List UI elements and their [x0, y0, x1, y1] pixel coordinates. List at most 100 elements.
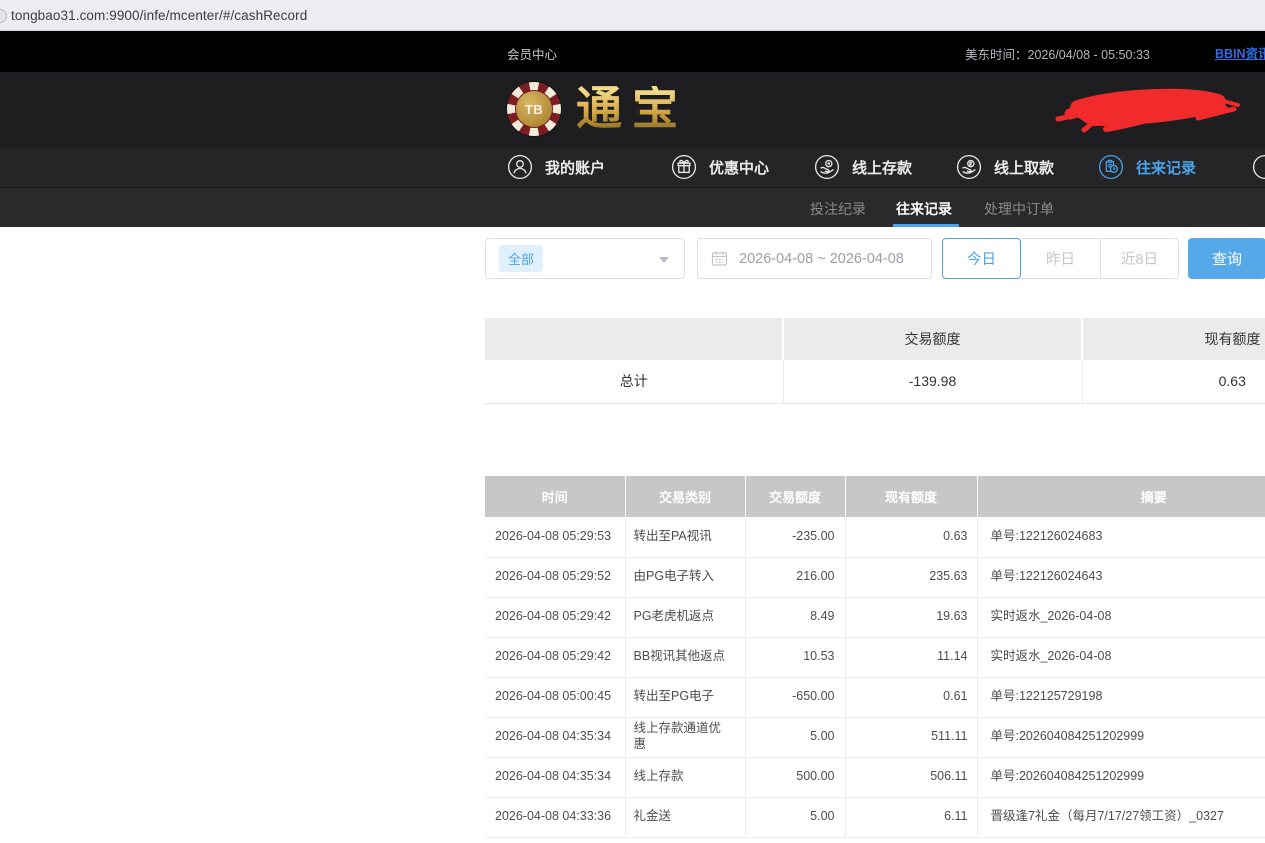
nav-item-withdraw[interactable]: 线上取款: [956, 147, 1054, 187]
time-cell: 2026-04-08 05:29:42: [485, 597, 625, 637]
amount-cell: 5.00: [745, 797, 845, 837]
summary-cell: 实时返水_2026-04-08: [977, 637, 1265, 677]
summary-cell: 单号:202604084251202999: [977, 757, 1265, 797]
amount-cell: 8.49: [745, 597, 845, 637]
logo-band: TB 通宝: [0, 72, 1265, 147]
table-row: 2026-04-08 05:00:45转出至PG电子-650.000.61单号:…: [485, 677, 1265, 717]
table-row: 2026-04-08 05:29:52由PG电子转入216.00235.63单号…: [485, 557, 1265, 597]
balance-cell: 6.11: [845, 797, 977, 837]
total-transaction-value: -139.98: [783, 360, 1082, 403]
main-nav: 我的账户 优惠中心 线上存款: [0, 147, 1265, 187]
balance-cell: 235.63: [845, 557, 977, 597]
summary-total-row: 总计 -139.98 0.63: [485, 360, 1265, 403]
quick-date-buttons: 今日 昨日 近8日: [942, 238, 1179, 279]
time-cell: 2026-04-08 04:33:36: [485, 797, 625, 837]
summary-header-transaction: 交易额度: [783, 318, 1082, 360]
type-cell: 线上存款通道优惠: [625, 717, 745, 757]
nav-item-records[interactable]: 往来记录: [1098, 147, 1196, 187]
table-row: 2026-04-08 05:29:53转出至PA视讯-235.000.63单号:…: [485, 517, 1265, 557]
amount-cell: -650.00: [745, 677, 845, 717]
nav-label: 线上存款: [852, 157, 912, 178]
last8days-button[interactable]: 近8日: [1100, 238, 1179, 279]
tab-bet-records[interactable]: 投注纪录: [810, 199, 866, 219]
table-row: 2026-04-08 05:29:42PG老虎机返点8.4919.63实时返水_…: [485, 597, 1265, 637]
nav-item-promotions[interactable]: 优惠中心: [671, 147, 769, 187]
amount-cell: 500.00: [745, 757, 845, 797]
partial-circle-icon: [1252, 154, 1265, 180]
nav-label: 我的账户: [545, 157, 605, 178]
time-value: 2026/04/08 - 05:50:33: [1028, 48, 1150, 62]
balance-cell: 506.11: [845, 757, 977, 797]
chevron-down-icon: [659, 257, 669, 263]
time-label: 美东时间：: [965, 48, 1028, 62]
header-type: 交易类别: [625, 476, 745, 517]
type-select-value: 全部: [499, 245, 543, 272]
tab-cash-records[interactable]: 往来记录: [896, 199, 952, 219]
summary-cell: 实时返水_2026-04-08: [977, 597, 1265, 637]
bbin-news-link[interactable]: BBIN资讯: [1215, 43, 1265, 62]
user-icon: [507, 154, 533, 180]
amount-cell: 10.53: [745, 637, 845, 677]
member-center-link[interactable]: 会员中心: [507, 44, 557, 63]
header-balance: 现有额度: [845, 476, 977, 517]
header-summary: 摘要: [977, 476, 1265, 517]
type-cell: 转出至PG电子: [625, 677, 745, 717]
yesterday-button[interactable]: 昨日: [1021, 238, 1100, 279]
brand-name: 通宝: [576, 86, 688, 132]
tab-processing-orders[interactable]: 处理中订单: [984, 199, 1054, 219]
gift-icon: [671, 154, 697, 180]
nav-label: 线上取款: [994, 157, 1054, 178]
withdraw-icon: [956, 154, 982, 180]
date-range-value: 2026-04-08 ~ 2026-04-08: [739, 251, 904, 267]
records-table-body: 2026-04-08 05:29:53转出至PA视讯-235.000.63单号:…: [485, 517, 1265, 837]
deposit-icon: [814, 154, 840, 180]
chip-monogram: TB: [515, 90, 553, 128]
calendar-icon: [711, 250, 728, 267]
browser-address-bar[interactable]: tongbao31.com:9900/infe/mcenter/#/cashRe…: [0, 0, 1265, 31]
type-select[interactable]: 全部: [485, 238, 685, 279]
records-table: 时间 交易类别 交易额度 现有额度 摘要 2026-04-08 05:29:53…: [485, 476, 1265, 838]
total-balance-value: 0.63: [1082, 360, 1265, 403]
amount-cell: 216.00: [745, 557, 845, 597]
nav-item-my-account[interactable]: 我的账户: [507, 147, 605, 187]
type-cell: 线上存款: [625, 757, 745, 797]
summary-header-balance: 现有额度: [1082, 318, 1265, 360]
type-cell: 转出至PA视讯: [625, 517, 745, 557]
nav-item-deposit[interactable]: 线上存款: [814, 147, 912, 187]
poker-chip-icon: TB: [507, 82, 561, 136]
summary-header-empty: [485, 318, 783, 360]
nav-item-partial[interactable]: [1252, 147, 1265, 187]
amount-cell: -235.00: [745, 517, 845, 557]
favicon-icon: [0, 9, 7, 23]
time-cell: 2026-04-08 05:29:52: [485, 557, 625, 597]
time-cell: 2026-04-08 05:29:42: [485, 637, 625, 677]
top-bar: 会员中心 美东时间：2026/04/08 - 05:50:33 BBIN资讯: [0, 31, 1265, 72]
type-cell: 礼金送: [625, 797, 745, 837]
type-cell: PG老虎机返点: [625, 597, 745, 637]
date-range-input[interactable]: 2026-04-08 ~ 2026-04-08: [697, 238, 932, 279]
balance-cell: 11.14: [845, 637, 977, 677]
total-label: 总计: [485, 360, 783, 403]
balance-cell: 0.61: [845, 677, 977, 717]
nav-label: 往来记录: [1136, 157, 1196, 178]
balance-cell: 19.63: [845, 597, 977, 637]
table-row: 2026-04-08 04:35:34线上存款500.00506.11单号:20…: [485, 757, 1265, 797]
url-text: tongbao31.com:9900/infe/mcenter/#/cashRe…: [11, 8, 307, 23]
summary-header-row: 交易额度 现有额度: [485, 318, 1265, 360]
summary-table: 交易额度 现有额度 总计 -139.98 0.63: [485, 318, 1265, 404]
nav-label: 优惠中心: [709, 157, 769, 178]
time-cell: 2026-04-08 05:29:53: [485, 517, 625, 557]
site-logo[interactable]: TB 通宝: [507, 82, 688, 136]
active-tab-underline: [893, 224, 959, 227]
records-header-row: 时间 交易类别 交易额度 现有额度 摘要: [485, 476, 1265, 517]
sub-nav: 投注纪录 往来记录 处理中订单: [0, 187, 1265, 227]
time-cell: 2026-04-08 04:35:34: [485, 757, 625, 797]
balance-cell: 511.11: [845, 717, 977, 757]
type-cell: BB视讯其他返点: [625, 637, 745, 677]
today-button[interactable]: 今日: [942, 238, 1021, 279]
search-button[interactable]: 查询: [1188, 238, 1265, 279]
type-cell: 由PG电子转入: [625, 557, 745, 597]
summary-cell: 单号:122125729198: [977, 677, 1265, 717]
header-amount: 交易额度: [745, 476, 845, 517]
summary-cell: 晋级逢7礼金（每月7/17/27领工资）_0327: [977, 797, 1265, 837]
